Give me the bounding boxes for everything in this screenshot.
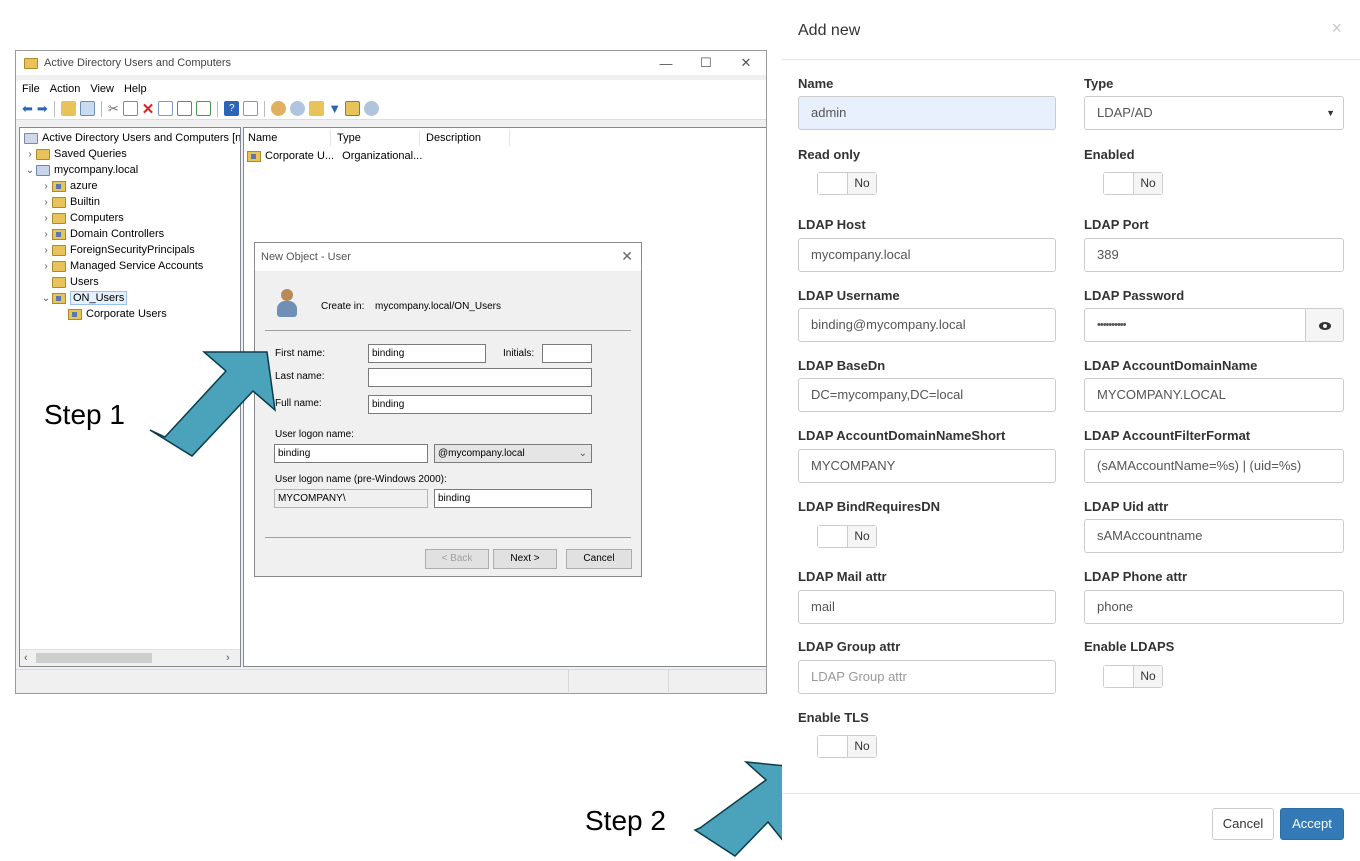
ldap-host-label: LDAP Host [798, 217, 866, 232]
step2-label: Step 2 [585, 805, 666, 836]
accept-button[interactable]: Accept [1280, 808, 1344, 840]
name-input[interactable]: admin [798, 96, 1056, 130]
type-label: Type [1084, 76, 1114, 91]
enabled-label: Enabled [1084, 147, 1135, 162]
step1-arrow-icon [149, 351, 277, 457]
read-only-label: Read only [798, 147, 861, 162]
enable-tls-label: Enable TLS [798, 710, 869, 725]
modal-close-icon[interactable]: × [1331, 18, 1342, 39]
enabled-toggle[interactable]: No [1103, 172, 1163, 195]
ldap-password-label: LDAP Password [1084, 288, 1185, 303]
ldap-account-filter-format-label: LDAP AccountFilterFormat [1084, 428, 1251, 443]
ldap-bind-requires-dn-label: LDAP BindRequiresDN [798, 499, 941, 514]
ldap-account-domain-name-short-label: LDAP AccountDomainNameShort [798, 428, 1006, 443]
ldap-mail-attr-input[interactable]: mail [798, 590, 1056, 624]
ldap-group-attr-label: LDAP Group attr [798, 639, 901, 654]
name-label: Name [798, 76, 834, 91]
ldap-account-domain-name-label: LDAP AccountDomainName [1084, 358, 1258, 373]
ldap-basedn-input[interactable]: DC=mycompany,DC=local [798, 378, 1056, 412]
ldap-port-input[interactable]: 389 [1084, 238, 1344, 272]
ldap-bind-requires-dn-toggle[interactable]: No [817, 525, 877, 548]
ldap-host-input[interactable]: mycompany.local [798, 238, 1056, 272]
ldap-account-domain-name-short-input[interactable]: MYCOMPANY [798, 449, 1056, 483]
enable-ldaps-toggle[interactable]: No [1103, 665, 1163, 688]
ldap-username-input[interactable]: binding@mycompany.local [798, 308, 1056, 342]
ldap-password-input[interactable]: •••••••••• [1084, 308, 1306, 342]
caret-down-icon: ▼ [1326, 108, 1335, 118]
modal-title: Add new [798, 22, 861, 39]
read-only-toggle[interactable]: No [817, 172, 877, 195]
eye-icon [1318, 321, 1331, 330]
ldap-basedn-label: LDAP BaseDn [798, 358, 886, 373]
ldap-uid-attr-input[interactable]: sAMAccountname [1084, 519, 1344, 553]
modal-cancel-button[interactable]: Cancel [1212, 808, 1274, 840]
ldap-phone-attr-label: LDAP Phone attr [1084, 569, 1188, 584]
ldap-mail-attr-label: LDAP Mail attr [798, 569, 887, 584]
ldap-phone-attr-input[interactable]: phone [1084, 590, 1344, 624]
ldap-port-label: LDAP Port [1084, 217, 1149, 232]
ldap-account-filter-format-input[interactable]: (sAMAccountName=%s) | (uid=%s) [1084, 449, 1344, 483]
enable-ldaps-label: Enable LDAPS [1084, 639, 1175, 654]
type-select[interactable]: LDAP/AD ▼ [1084, 96, 1344, 130]
show-password-button[interactable] [1305, 308, 1344, 342]
ldap-group-attr-input[interactable]: LDAP Group attr [798, 660, 1056, 694]
enable-tls-toggle[interactable]: No [817, 735, 877, 758]
ldap-username-label: LDAP Username [798, 288, 900, 303]
add-new-modal: Add new × Name admin Type LDAP/AD ▼ Read… [782, 0, 1360, 861]
step1-label: Step 1 [44, 399, 125, 430]
ldap-uid-attr-label: LDAP Uid attr [1084, 499, 1169, 514]
ldap-account-domain-name-input[interactable]: MYCOMPANY.LOCAL [1084, 378, 1344, 412]
